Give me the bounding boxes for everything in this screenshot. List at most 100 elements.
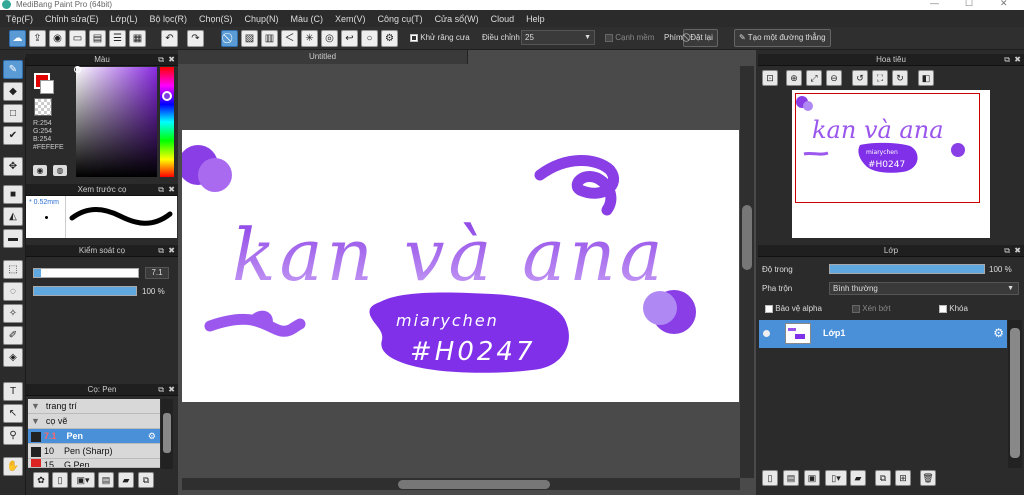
- brush-tool-icon[interactable]: ✎: [3, 60, 23, 79]
- clipping-checkbox[interactable]: [852, 304, 860, 313]
- canvas-tab[interactable]: Untitled: [178, 50, 468, 64]
- eraser-tool-icon[interactable]: ◆: [3, 82, 23, 101]
- curve-snap-icon[interactable]: ↩: [341, 30, 358, 47]
- lock-checkbox[interactable]: [939, 304, 947, 313]
- flip-icon[interactable]: ◧: [918, 70, 934, 86]
- add-brush-icon[interactable]: ✿: [33, 472, 49, 488]
- menu-select[interactable]: Chọn(S): [199, 14, 233, 24]
- select-pen-tool-icon[interactable]: ✐: [3, 326, 23, 345]
- panel-expand-icon[interactable]: ⧉: [1004, 245, 1010, 257]
- menu-snap[interactable]: Chụp(N): [245, 14, 279, 24]
- brush-list-scrollbar[interactable]: [161, 399, 173, 469]
- cloud-icon[interactable]: ☁: [9, 30, 26, 47]
- menu-cloud[interactable]: Cloud: [491, 14, 515, 24]
- move-tool-icon[interactable]: ✥: [3, 157, 23, 176]
- rotate-left-icon[interactable]: ↺: [852, 70, 868, 86]
- new-halftone-layer-icon[interactable]: ▤: [783, 470, 799, 486]
- comment-icon[interactable]: ◉: [49, 30, 66, 47]
- operation-tool-icon[interactable]: ↖: [3, 404, 23, 423]
- grid-icon[interactable]: ▦: [129, 30, 146, 47]
- fill-rect-tool-icon[interactable]: ■: [3, 185, 23, 204]
- circle-snap-icon[interactable]: ◎: [321, 30, 338, 47]
- canvas-horizontal-scroll-thumb[interactable]: [398, 480, 550, 489]
- brush-size-slider[interactable]: [33, 268, 139, 278]
- straight-line-button[interactable]: ✎ Tạo một đường thẳng: [734, 29, 831, 47]
- new-layer-icon[interactable]: ▯: [762, 470, 778, 486]
- list-icon[interactable]: ☰: [109, 30, 126, 47]
- parallel-snap-icon[interactable]: ▨: [241, 30, 258, 47]
- panel-close-icon[interactable]: ✖: [1014, 245, 1021, 257]
- navigator-view-rect[interactable]: [795, 93, 980, 203]
- check-tool-icon[interactable]: ✔: [3, 126, 23, 145]
- panel-expand-icon[interactable]: ⧉: [158, 184, 164, 196]
- panel-expand-icon[interactable]: ⧉: [158, 54, 164, 66]
- panel-expand-icon[interactable]: ⧉: [158, 245, 164, 257]
- sv-picker-handle[interactable]: [74, 66, 81, 73]
- layer-menu-icon[interactable]: ▯▾: [825, 470, 847, 486]
- smooth-edge-checkbox[interactable]: [605, 33, 613, 42]
- menu-tools[interactable]: Công cụ(T): [378, 14, 423, 24]
- gear-icon[interactable]: ⚙: [148, 429, 156, 443]
- ring-snap-icon[interactable]: ○: [361, 30, 378, 47]
- vanishing-snap-icon[interactable]: ＜: [281, 30, 298, 47]
- brush-opacity-slider[interactable]: [33, 286, 137, 296]
- hue-slider[interactable]: [160, 67, 174, 177]
- copy-icon[interactable]: ⧉: [138, 472, 154, 488]
- menu-view[interactable]: Xem(V): [335, 14, 366, 24]
- trash-icon[interactable]: 🗑: [920, 470, 936, 486]
- protect-alpha-toggle[interactable]: Bảo vệ alpha: [765, 304, 822, 313]
- chat-icon[interactable]: ▭: [69, 30, 86, 47]
- select-eraser-tool-icon[interactable]: ◈: [3, 348, 23, 367]
- snap-off-icon[interactable]: ⃠: [221, 30, 238, 47]
- brush-item-pen[interactable]: 7.1 Pen ⚙: [28, 429, 160, 444]
- color-history-icon[interactable]: ◍: [53, 165, 67, 176]
- panel-close-icon[interactable]: ✖: [168, 384, 175, 396]
- brush-group-decor[interactable]: ▼ trang trí: [28, 399, 160, 414]
- protect-alpha-checkbox[interactable]: [765, 304, 773, 313]
- layer-list-scroll-thumb[interactable]: [1010, 328, 1020, 458]
- eye-icon[interactable]: [763, 330, 770, 337]
- duplicate-layer-icon[interactable]: ⧉: [875, 470, 891, 486]
- brush-menu-icon[interactable]: ▣▾: [71, 472, 95, 488]
- settings-snap-icon[interactable]: ⚙: [381, 30, 398, 47]
- zoom-out-icon[interactable]: ⊖: [826, 70, 842, 86]
- select-rect-tool-icon[interactable]: ⬚: [3, 260, 23, 279]
- gradient-tool-icon[interactable]: ▬: [3, 229, 23, 248]
- bucket-tool-icon[interactable]: ◭: [3, 207, 23, 226]
- redo-icon[interactable]: ↷: [187, 30, 204, 47]
- layer-opacity-slider[interactable]: [829, 264, 985, 274]
- menu-layer[interactable]: Lớp(L): [111, 14, 138, 24]
- rotate-right-icon[interactable]: ↻: [892, 70, 908, 86]
- panel-close-icon[interactable]: ✖: [168, 245, 175, 257]
- reset-button[interactable]: ⃠ Đặt lại: [683, 29, 718, 47]
- magic-wand-tool-icon[interactable]: ✧: [3, 304, 23, 323]
- document-icon[interactable]: ▤: [89, 30, 106, 47]
- panel-close-icon[interactable]: ✖: [168, 54, 175, 66]
- folder-icon[interactable]: ▰: [850, 470, 866, 486]
- clipping-toggle[interactable]: Xén bớt: [852, 304, 891, 313]
- menu-file[interactable]: Tệp(F): [6, 14, 33, 24]
- lock-toggle[interactable]: Khóa: [939, 304, 968, 313]
- menu-color[interactable]: Màu (C): [291, 14, 324, 24]
- zoom-in-icon[interactable]: ⊕: [786, 70, 802, 86]
- brush-size-field[interactable]: 7.1: [145, 267, 169, 279]
- new-8bit-layer-icon[interactable]: ▣: [804, 470, 820, 486]
- zoom-actual-icon[interactable]: ⤢: [806, 70, 822, 86]
- menu-window[interactable]: Cửa sổ(W): [435, 14, 479, 24]
- fit-screen-icon[interactable]: ⛶: [872, 70, 888, 86]
- gear-icon[interactable]: ⚙: [993, 326, 1004, 340]
- cross-snap-icon[interactable]: ▥: [261, 30, 278, 47]
- merge-layer-icon[interactable]: ⊞: [895, 470, 911, 486]
- text-tool-icon[interactable]: T: [3, 382, 23, 401]
- transparent-swatch[interactable]: [34, 98, 52, 116]
- antialias-checkbox[interactable]: [410, 33, 418, 42]
- panel-close-icon[interactable]: ✖: [1014, 54, 1021, 66]
- brush-size-select[interactable]: 25 ▼: [521, 30, 595, 45]
- brush-item-pen-sharp[interactable]: 10 Pen (Sharp): [28, 444, 160, 459]
- menu-help[interactable]: Help: [526, 14, 545, 24]
- palette-icon[interactable]: ◉: [33, 165, 47, 176]
- panel-expand-icon[interactable]: ⧉: [158, 384, 164, 396]
- secondary-color-swatch[interactable]: [40, 80, 54, 94]
- canvas-paper[interactable]: kan và ana miarychen #H0247: [182, 130, 739, 402]
- radial-snap-icon[interactable]: ✳: [301, 30, 318, 47]
